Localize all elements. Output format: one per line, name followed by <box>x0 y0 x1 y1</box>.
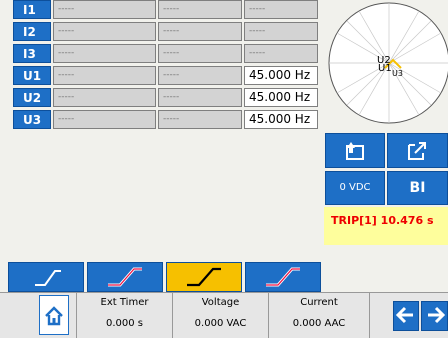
status-value: 0.000 s <box>105 318 144 329</box>
status-ext-timer: Ext Timer 0.000 s <box>76 293 172 338</box>
channel-value-3: ----- <box>244 44 318 63</box>
phasor-label-u1: U1 <box>378 63 392 74</box>
channel-row-u1[interactable]: U1 ----- ----- 45.000 Hz <box>13 66 318 86</box>
channel-frequency: 45.000 Hz <box>244 88 318 107</box>
status-title: Ext Timer <box>100 297 149 308</box>
channel-row-i2[interactable]: I2 ----- ----- ----- <box>13 22 318 42</box>
ramp-icon <box>35 270 61 286</box>
status-current: Current 0.000 AAC <box>268 293 370 338</box>
status-title: Voltage <box>201 297 240 308</box>
channel-row-u2[interactable]: U2 ----- ----- 45.000 Hz <box>13 88 318 108</box>
tab-ramp-2[interactable] <box>87 262 163 292</box>
channel-value-1: ----- <box>53 88 156 107</box>
channel-label[interactable]: I1 <box>13 0 51 19</box>
export-icon <box>346 142 364 160</box>
channel-row-i1[interactable]: I1 ----- ----- ----- <box>13 0 318 20</box>
channel-label[interactable]: U3 <box>13 110 51 129</box>
channel-label[interactable]: I3 <box>13 44 51 63</box>
channel-value-1: ----- <box>53 44 156 63</box>
tab-ramp-4[interactable] <box>245 262 321 292</box>
export-button[interactable] <box>325 133 385 168</box>
channel-value-2: ----- <box>158 110 242 129</box>
channel-value-2: ----- <box>158 88 242 107</box>
channel-value-2: ----- <box>158 22 242 41</box>
binary-input-button[interactable]: BI <box>387 171 448 205</box>
channel-value-1: ----- <box>53 110 156 129</box>
channel-label[interactable]: U2 <box>13 88 51 107</box>
open-external-button[interactable] <box>387 133 448 168</box>
channel-row-i3[interactable]: I3 ----- ----- ----- <box>13 44 318 64</box>
channel-label[interactable]: I2 <box>13 22 51 41</box>
status-title: Current <box>300 297 338 308</box>
channel-value-3: ----- <box>244 22 318 41</box>
next-button[interactable] <box>421 301 448 331</box>
phasor-diagram[interactable]: U2 U1 U3 <box>327 0 448 126</box>
channel-frequency: 45.000 Hz <box>244 110 318 129</box>
channel-frequency: 45.000 Hz <box>244 66 318 85</box>
status-bar: Ext Timer 0.000 s Voltage 0.000 VAC Curr… <box>0 292 448 338</box>
home-button[interactable] <box>39 295 69 335</box>
channel-value-1: ----- <box>53 0 156 19</box>
ramp-icon <box>266 267 300 287</box>
ramp-icon <box>108 267 142 287</box>
channel-value-1: ----- <box>53 22 156 41</box>
channel-label[interactable]: U1 <box>13 66 51 85</box>
phasor-label-u3: U3 <box>392 69 403 78</box>
trip-status: TRIP[1] 10.476 s <box>324 207 448 245</box>
tab-ramp-1[interactable] <box>8 262 84 292</box>
status-value: 0.000 AAC <box>292 318 346 329</box>
channel-row-u3[interactable]: U3 ----- ----- 45.000 Hz <box>13 110 318 130</box>
home-icon <box>45 306 63 326</box>
open-external-icon <box>407 142 426 160</box>
channel-value-2: ----- <box>158 44 242 63</box>
arrow-left-icon <box>395 306 413 324</box>
ramp-icon <box>187 267 221 287</box>
tab-ramp-3-active[interactable] <box>166 262 242 292</box>
channel-value-2: ----- <box>158 66 242 85</box>
channel-value-2: ----- <box>158 0 242 19</box>
channel-value-1: ----- <box>53 66 156 85</box>
status-voltage: Voltage 0.000 VAC <box>172 293 268 338</box>
arrow-right-icon <box>427 306 445 324</box>
status-value: 0.000 VAC <box>194 318 247 329</box>
dc-voltage-button[interactable]: 0 VDC <box>325 171 385 205</box>
previous-button[interactable] <box>393 301 419 331</box>
channel-value-3: ----- <box>244 0 318 19</box>
